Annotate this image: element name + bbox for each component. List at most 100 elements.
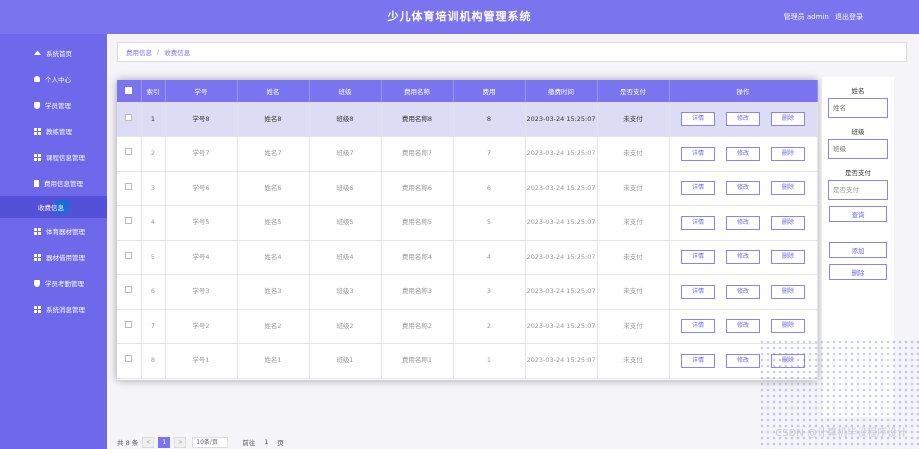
cell-class: 班级6 (309, 171, 382, 206)
edit-button[interactable]: 修改 (726, 112, 760, 126)
sidebar-item-fees[interactable]: 费用信息管理 (0, 170, 107, 196)
detail-button[interactable]: 详情 (681, 319, 715, 334)
select-all-header[interactable] (117, 80, 142, 102)
row-checkbox[interactable] (125, 355, 133, 363)
edit-button[interactable]: 修改 (726, 319, 760, 334)
edit-button[interactable]: 修改 (726, 284, 760, 299)
document-icon (34, 179, 39, 187)
delete-button[interactable]: 删除 (771, 215, 805, 230)
cell-fee-name: 费用名称1 (381, 343, 454, 379)
sidebar-item-label: 体育器材管理 (46, 228, 85, 236)
table-row[interactable]: 4 学号5 姓名5 班级5 费用名称5 5 2023-03-24 15:25:0… (117, 205, 818, 241)
grid-icon (34, 127, 41, 135)
table-row[interactable]: 6 学号3 姓名3 班级3 费用名称3 3 2023-03-24 15:25:0… (117, 274, 818, 310)
watermark: CSDN @计算机毕设程序设计 (775, 428, 907, 439)
row-checkbox[interactable] (125, 113, 133, 121)
logout-link[interactable]: 退出登录 (835, 13, 863, 21)
row-checkbox-cell[interactable] (117, 136, 142, 172)
detail-button[interactable]: 详情 (681, 250, 715, 265)
breadcrumb-home[interactable]: 费用信息 (126, 47, 152, 57)
sidebar-item-profile[interactable]: 个人中心 (0, 66, 107, 92)
sidebar-item-home[interactable]: 系统首页 (0, 40, 107, 66)
delete-button[interactable]: 删除 (771, 284, 805, 299)
cell-paid: 未支付 (597, 309, 670, 344)
next-page-button[interactable]: > (174, 436, 187, 448)
delete-button[interactable]: 删除 (771, 250, 805, 265)
name-search-input[interactable] (828, 98, 888, 118)
cell-class: 班级4 (309, 240, 382, 275)
row-checkbox[interactable] (125, 182, 133, 190)
row-checkbox[interactable] (125, 148, 133, 156)
sidebar: 系统首页 个人中心 学员管理 教练管理 课程信息管理 费用信息管理 收费信息 体… (0, 34, 107, 449)
grid-icon (34, 227, 41, 235)
shield-icon (34, 279, 40, 287)
detail-button[interactable]: 详情 (681, 353, 715, 368)
delete-button[interactable]: 删除 (771, 112, 805, 126)
table-row[interactable]: 1 学号8 姓名8 班级8 费用名称8 8 2023-03-24 15:25:0… (117, 102, 818, 137)
table-row[interactable]: 8 学号1 姓名1 班级1 费用名称1 1 2023-03-24 15:25:0… (117, 343, 818, 379)
sidebar-item-equipment[interactable]: 体育器材管理 (0, 218, 107, 244)
cell-fee-name: 费用名称6 (381, 171, 454, 206)
user-icon (34, 76, 40, 82)
cell-fee: 6 (453, 171, 526, 206)
sidebar-item-label: 收费信息 (38, 204, 64, 212)
delete-button[interactable]: 删除 (771, 319, 805, 334)
page-size-select[interactable]: 10条/页 (192, 436, 229, 448)
row-checkbox-cell[interactable] (117, 171, 142, 206)
row-checkbox-cell[interactable] (117, 205, 142, 241)
detail-button[interactable]: 详情 (681, 215, 715, 230)
cell-student-no: 学号3 (165, 274, 238, 310)
sidebar-item-label: 个人中心 (45, 76, 71, 84)
column-header: 费用 (453, 80, 526, 102)
cell-student-no: 学号6 (165, 171, 238, 206)
cell-fee-name: 费用名称2 (381, 309, 454, 344)
goto-input[interactable]: 1 (261, 438, 271, 446)
edit-button[interactable]: 修改 (726, 181, 760, 196)
detail-button[interactable]: 详情 (681, 112, 715, 126)
row-checkbox-cell[interactable] (117, 274, 142, 310)
sidebar-item-messages[interactable]: 系统消息管理 (0, 296, 107, 322)
sidebar-item-courses[interactable]: 课程信息管理 (0, 144, 107, 170)
cell-ops: 详情 修改 删除 (669, 240, 818, 275)
sidebar-item-attendance[interactable]: 学员考勤管理 (0, 270, 107, 296)
cell-name: 姓名5 (237, 205, 310, 241)
cell-name: 姓名6 (237, 171, 310, 206)
detail-button[interactable]: 详情 (681, 284, 715, 299)
edit-button[interactable]: 修改 (726, 215, 760, 230)
detail-button[interactable]: 详情 (681, 146, 715, 161)
add-button[interactable]: 添加 (829, 242, 887, 258)
table-row[interactable]: 5 学号4 姓名4 班级4 费用名称4 4 2023-03-24 15:25:0… (117, 240, 818, 275)
sidebar-subitem-fee-info[interactable]: 收费信息 (0, 196, 107, 218)
row-checkbox[interactable] (125, 217, 133, 225)
select-all-checkbox[interactable] (125, 86, 133, 94)
cell-student-no: 学号8 (165, 102, 238, 137)
row-checkbox-cell[interactable] (117, 309, 142, 344)
prev-page-button[interactable]: < (142, 436, 155, 448)
row-checkbox[interactable] (125, 286, 133, 294)
cell-class: 班级7 (309, 136, 382, 172)
row-checkbox[interactable] (125, 251, 133, 259)
row-checkbox-cell[interactable] (117, 102, 142, 137)
row-checkbox-cell[interactable] (117, 240, 142, 275)
detail-button[interactable]: 详情 (681, 181, 715, 196)
table-row[interactable]: 2 学号7 姓名7 班级7 费用名称7 7 2023-03-24 15:25:0… (117, 136, 818, 172)
pagination: 共 8 条 < 1 > 10条/页 前往 1 页 (117, 436, 284, 448)
delete-button[interactable]: 删除 (771, 181, 805, 196)
page-number[interactable]: 1 (158, 436, 171, 448)
query-button[interactable]: 查询 (829, 206, 887, 222)
class-search-input[interactable] (828, 139, 888, 159)
sidebar-item-coaches[interactable]: 教练管理 (0, 118, 107, 144)
edit-button[interactable]: 修改 (726, 250, 760, 265)
edit-button[interactable]: 修改 (726, 353, 760, 368)
sidebar-item-students[interactable]: 学员管理 (0, 92, 107, 118)
row-checkbox-cell[interactable] (117, 343, 142, 379)
table-row[interactable]: 7 学号2 姓名2 班级2 费用名称2 2 2023-03-24 15:25:0… (117, 309, 818, 344)
edit-button[interactable]: 修改 (726, 146, 760, 161)
cell-ops: 详情 修改 删除 (669, 171, 818, 206)
paid-select[interactable]: 是否支付 (828, 180, 888, 200)
table-row[interactable]: 3 学号6 姓名6 班级6 费用名称6 6 2023-03-24 15:25:0… (117, 171, 818, 206)
delete-button[interactable]: 删除 (771, 146, 805, 161)
sidebar-item-borrow[interactable]: 器材借用管理 (0, 244, 107, 270)
row-checkbox[interactable] (125, 320, 133, 328)
batch-delete-button[interactable]: 删除 (829, 264, 887, 280)
